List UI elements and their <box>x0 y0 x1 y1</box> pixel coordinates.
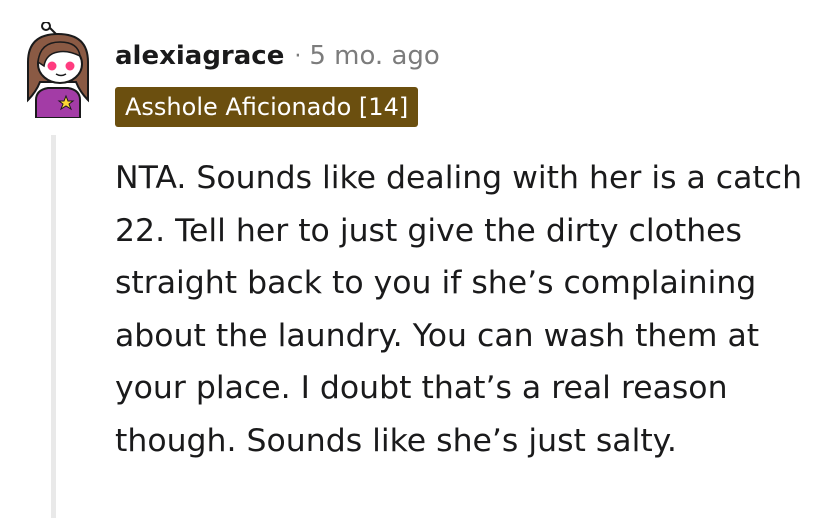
comment-body: NTA. Sounds like dealing with her is a c… <box>115 160 803 459</box>
avatar[interactable] <box>18 21 98 119</box>
username-link[interactable]: alexiagrace <box>115 41 284 71</box>
snoo-avatar-icon <box>27 21 89 119</box>
meta-separator: · <box>294 43 302 69</box>
user-flair: Asshole Aficionado [14] <box>115 87 419 127</box>
comment-timestamp[interactable]: 5 mo. ago <box>309 41 439 71</box>
thread-line[interactable] <box>51 135 56 518</box>
comment-meta: alexiagrace · 5 mo. ago <box>115 38 440 74</box>
